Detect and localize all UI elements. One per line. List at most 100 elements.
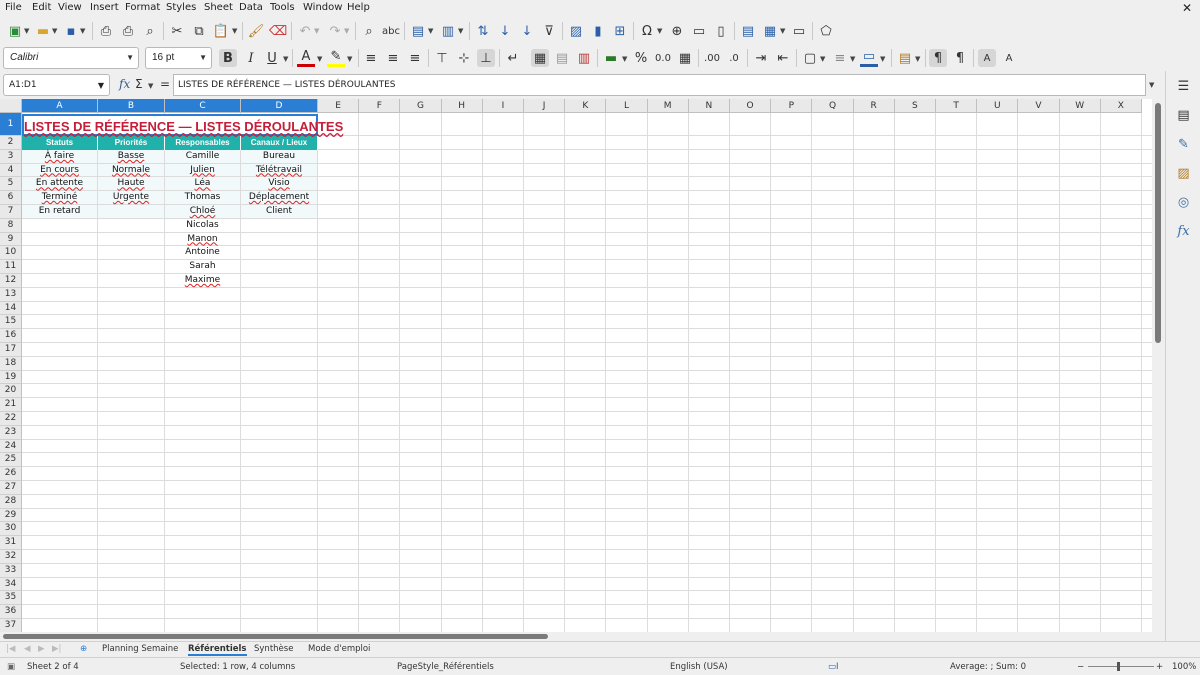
next-sheet-icon[interactable]: ▶ bbox=[38, 644, 45, 654]
chevron-down-icon[interactable]: ▼ bbox=[148, 82, 153, 90]
row-header[interactable]: 30 bbox=[0, 522, 22, 537]
spreadsheet-grid[interactable]: A B C D E F G H I J K L M N O P Q R S T U V W X 1 2 3 4 5 6 7 8 9 10 11 12 1… bbox=[0, 99, 1165, 632]
data-cell[interactable]: À faire bbox=[22, 149, 97, 163]
tab-planning-semaine[interactable]: Planning Semaine bbox=[102, 644, 178, 654]
data-cell[interactable]: Bureau bbox=[241, 149, 317, 163]
header-cell[interactable]: Responsables bbox=[165, 136, 241, 150]
center-vertically-icon[interactable]: ⊹ bbox=[455, 49, 473, 67]
row-header[interactable]: 14 bbox=[0, 301, 22, 316]
functions-icon[interactable]: fx bbox=[1175, 224, 1192, 241]
chevron-down-icon[interactable]: ▼ bbox=[458, 27, 463, 35]
chevron-down-icon[interactable]: ▼ bbox=[657, 27, 662, 35]
right-to-left-icon[interactable]: ¶ bbox=[951, 49, 969, 67]
column-header[interactable]: G bbox=[400, 99, 442, 113]
first-sheet-icon[interactable]: |◀ bbox=[6, 644, 15, 654]
decrease-indent-icon[interactable]: ⇤ bbox=[774, 49, 792, 67]
column-header[interactable]: F bbox=[359, 99, 401, 113]
freeze-rows-columns-icon[interactable]: ▦ bbox=[761, 22, 779, 40]
cut-icon[interactable]: ✂ bbox=[168, 22, 186, 40]
row-header[interactable]: 22 bbox=[0, 412, 22, 426]
empty-cell[interactable] bbox=[22, 260, 97, 273]
border-style-icon[interactable]: ≡ bbox=[831, 49, 849, 67]
text-vertical-icon[interactable]: A bbox=[1000, 49, 1018, 67]
menu-icon[interactable]: ☰ bbox=[1175, 79, 1192, 96]
row-header[interactable]: 29 bbox=[0, 508, 22, 523]
data-cell[interactable]: Haute bbox=[98, 177, 164, 191]
row-header[interactable]: 15 bbox=[0, 315, 22, 330]
add-decimal-icon[interactable]: .00 bbox=[703, 49, 721, 67]
column-header[interactable]: U bbox=[977, 99, 1019, 113]
underline-icon[interactable]: U bbox=[263, 49, 281, 67]
align-top-icon[interactable]: ⊤ bbox=[433, 49, 451, 67]
column-header[interactable]: M bbox=[647, 99, 689, 113]
empty-cell[interactable] bbox=[22, 233, 97, 246]
pivot-table-icon[interactable]: ⊞ bbox=[611, 22, 629, 40]
row-header[interactable]: 27 bbox=[0, 481, 22, 495]
selection-mode-icon[interactable]: ▭I bbox=[828, 662, 839, 672]
menu-data[interactable]: Data bbox=[239, 2, 263, 13]
empty-cell[interactable] bbox=[98, 233, 164, 246]
empty-cell[interactable] bbox=[241, 274, 317, 287]
data-cell[interactable]: Normale bbox=[98, 163, 164, 177]
autofilter-icon[interactable]: ⊽ bbox=[540, 22, 558, 40]
chevron-down-icon[interactable]: ▼ bbox=[850, 55, 855, 63]
row-header[interactable]: 20 bbox=[0, 384, 22, 399]
merge-cells-icon[interactable]: ▤ bbox=[553, 49, 571, 67]
define-print-area-icon[interactable]: ▤ bbox=[739, 22, 757, 40]
save-icon[interactable]: ▪ bbox=[62, 22, 80, 40]
data-cell[interactable]: En retard bbox=[22, 205, 97, 218]
language[interactable]: English (USA) bbox=[670, 662, 728, 672]
title-cell[interactable]: LISTES DE RÉFÉRENCE — LISTES DÉROULANTES bbox=[22, 114, 343, 136]
column-header[interactable]: P bbox=[771, 99, 813, 113]
column-header[interactable]: T bbox=[936, 99, 978, 113]
data-cell[interactable]: Urgente bbox=[98, 191, 164, 204]
row-header[interactable]: 32 bbox=[0, 550, 22, 564]
special-character-icon[interactable]: Ω bbox=[638, 22, 656, 40]
empty-cell[interactable] bbox=[22, 219, 97, 232]
close-document-icon[interactable]: ✕ bbox=[1182, 1, 1192, 15]
column-header[interactable]: H bbox=[441, 99, 483, 113]
sort-descending-icon[interactable]: ↓ bbox=[518, 22, 536, 40]
chevron-down-icon[interactable]: ▼ bbox=[317, 55, 322, 63]
italic-icon[interactable]: I bbox=[242, 49, 260, 67]
increase-indent-icon[interactable]: ⇥ bbox=[752, 49, 770, 67]
split-window-icon[interactable]: ▭ bbox=[790, 22, 808, 40]
column-header[interactable]: L bbox=[606, 99, 648, 113]
navigator-icon[interactable]: ◎ bbox=[1175, 195, 1192, 212]
data-cell[interactable]: Télétravail bbox=[241, 163, 317, 177]
empty-cell[interactable] bbox=[98, 274, 164, 287]
zoom-in-icon[interactable]: + bbox=[1156, 662, 1163, 672]
chevron-down-icon[interactable]: ▼ bbox=[880, 55, 885, 63]
empty-cell[interactable] bbox=[98, 260, 164, 273]
chevron-down-icon[interactable]: ▼ bbox=[314, 27, 319, 35]
scrollbar-thumb[interactable] bbox=[1155, 103, 1161, 343]
horizontal-scrollbar[interactable] bbox=[0, 632, 1165, 641]
export-pdf-icon[interactable]: ⎙ bbox=[97, 22, 115, 40]
zoom-level[interactable]: 100% bbox=[1172, 662, 1196, 672]
row-header[interactable]: 2 bbox=[0, 136, 22, 150]
empty-cell[interactable] bbox=[22, 274, 97, 287]
percent-format-icon[interactable]: % bbox=[632, 49, 650, 67]
tab-referentiels[interactable]: Référentiels bbox=[188, 644, 247, 656]
insert-image-icon[interactable]: ▨ bbox=[567, 22, 585, 40]
menu-insert[interactable]: Insert bbox=[90, 2, 119, 13]
column-header[interactable]: D bbox=[241, 99, 318, 113]
column-header[interactable]: V bbox=[1018, 99, 1060, 113]
row-header[interactable]: 11 bbox=[0, 260, 22, 274]
row-header[interactable]: 5 bbox=[0, 177, 22, 192]
chevron-down-icon[interactable]: ▼ bbox=[347, 55, 352, 63]
row-header[interactable]: 8 bbox=[0, 218, 22, 233]
column-header[interactable]: N bbox=[688, 99, 730, 113]
align-left-icon[interactable]: ≡ bbox=[362, 49, 380, 67]
font-name-box[interactable]: Calibri ▼ bbox=[3, 47, 139, 69]
function-wizard-icon[interactable]: fx bbox=[119, 77, 130, 91]
chevron-down-icon[interactable]: ▼ bbox=[199, 53, 207, 62]
row-header[interactable]: 3 bbox=[0, 149, 22, 164]
data-cell[interactable]: Déplacement bbox=[241, 191, 317, 204]
highlight-color-icon[interactable]: ✎ bbox=[327, 49, 345, 67]
chevron-down-icon[interactable]: ▼ bbox=[232, 27, 237, 35]
align-right-icon[interactable]: ≡ bbox=[406, 49, 424, 67]
row-header[interactable]: 7 bbox=[0, 205, 22, 219]
row-header[interactable]: 24 bbox=[0, 439, 22, 454]
paste-icon[interactable]: 📋 bbox=[212, 22, 230, 40]
